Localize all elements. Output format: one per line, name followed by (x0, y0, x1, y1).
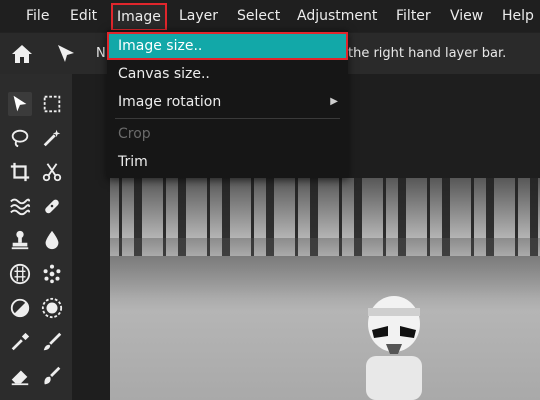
move-arrow-icon[interactable] (54, 42, 78, 66)
menu-item-image-rotation-label: Image rotation (118, 94, 222, 110)
menu-edit[interactable]: Edit (70, 0, 97, 32)
scissors-icon[interactable] (40, 160, 64, 184)
menu-layer[interactable]: Layer (179, 0, 218, 32)
menu-item-image-rotation[interactable]: Image rotation ▶ (107, 88, 348, 116)
lasso-icon[interactable] (8, 126, 32, 150)
menu-filter[interactable]: Filter (396, 0, 431, 32)
chevron-right-icon: ▶ (330, 96, 338, 107)
menu-separator (115, 118, 340, 119)
brush-icon[interactable] (40, 330, 64, 354)
contrast-icon[interactable] (8, 296, 32, 320)
stormtrooper-figure (366, 296, 422, 400)
wave-icon[interactable] (8, 194, 32, 218)
smudge-icon[interactable] (40, 364, 64, 388)
bandage-icon[interactable] (40, 194, 64, 218)
eyedropper-icon[interactable] (8, 330, 32, 354)
drop-icon[interactable] (40, 228, 64, 252)
image-menu-dropdown: Image size.. Canvas size.. Image rotatio… (107, 30, 348, 178)
magic-wand-icon[interactable] (40, 126, 64, 150)
stamp-icon[interactable] (8, 228, 32, 252)
menu-select[interactable]: Select (237, 0, 280, 32)
menu-bar: File Edit Image Layer Select Adjustment … (0, 0, 540, 32)
eraser-icon[interactable] (8, 364, 32, 388)
menu-view[interactable]: View (450, 0, 483, 32)
background-blur (110, 238, 540, 298)
dots-icon[interactable] (40, 262, 64, 286)
tools-panel (0, 74, 72, 400)
menu-image[interactable]: Image (111, 3, 167, 31)
hint-text: the right hand layer bar. (348, 46, 507, 61)
crop-icon[interactable] (8, 160, 32, 184)
menu-adjustment[interactable]: Adjustment (297, 0, 377, 32)
select-arrow-icon[interactable] (8, 92, 32, 116)
menu-item-crop: Crop (118, 126, 151, 142)
menu-file[interactable]: File (26, 0, 49, 32)
home-icon[interactable] (10, 42, 34, 66)
menu-item-image-size[interactable]: Image size.. (107, 32, 348, 60)
menu-help[interactable]: Help (502, 0, 534, 32)
menu-item-canvas-size[interactable]: Canvas size.. (107, 60, 348, 88)
sun-icon[interactable] (40, 296, 64, 320)
hint-prefix: N (96, 46, 106, 61)
menu-item-trim[interactable]: Trim (107, 148, 348, 176)
image-canvas[interactable] (110, 178, 540, 400)
marquee-icon[interactable] (40, 92, 64, 116)
pattern-circle-icon[interactable] (8, 262, 32, 286)
